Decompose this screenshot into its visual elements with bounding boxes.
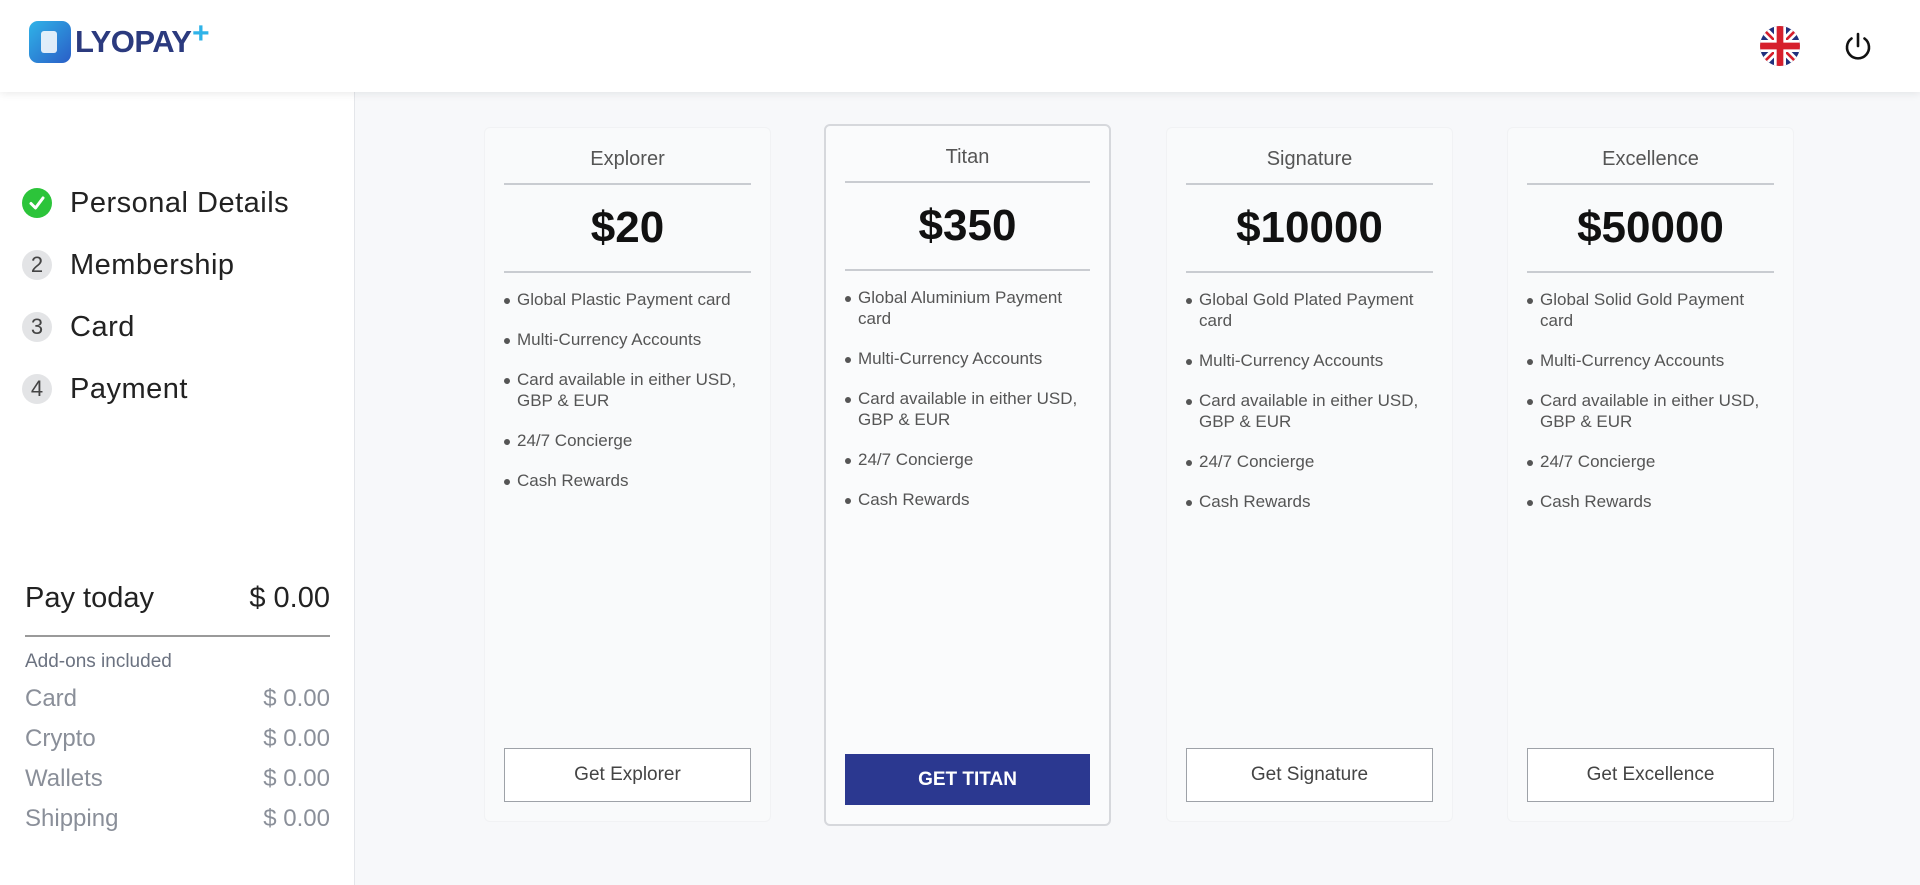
divider bbox=[1527, 271, 1774, 273]
addon-amount: $ 0.00 bbox=[263, 805, 330, 832]
step-label: Personal Details bbox=[70, 186, 290, 219]
divider bbox=[845, 269, 1090, 271]
check-icon bbox=[22, 188, 52, 218]
addon-row-shipping: Shipping $ 0.00 bbox=[25, 805, 330, 833]
feature-item: Multi-Currency Accounts bbox=[1527, 350, 1774, 371]
pay-today-row: Pay today $ 0.00 bbox=[25, 582, 330, 615]
brand-name: LYOPAY bbox=[75, 24, 192, 59]
addon-label: Crypto bbox=[25, 725, 96, 752]
feature-item: Card available in either USD, GBP & EUR bbox=[1527, 390, 1774, 432]
step-label: Card bbox=[70, 310, 135, 343]
plan-price: $50000 bbox=[1577, 203, 1724, 252]
feature-item: 24/7 Concierge bbox=[1186, 451, 1433, 472]
step-card[interactable]: 3 Card bbox=[22, 296, 289, 358]
plan-card-titan: Titan $350 Global Aluminium Payment card… bbox=[824, 124, 1111, 826]
feature-item: Cash Rewards bbox=[504, 470, 751, 491]
feature-list: Global Plastic Payment card Multi-Curren… bbox=[504, 289, 751, 491]
pay-today-label: Pay today bbox=[25, 582, 154, 614]
feature-item: Global Plastic Payment card bbox=[504, 289, 751, 310]
addons-label: Add-ons included bbox=[25, 651, 172, 672]
plan-price: $10000 bbox=[1236, 203, 1383, 252]
brand-logo[interactable]: LYOPAY + bbox=[29, 17, 209, 63]
plan-price: $350 bbox=[918, 201, 1017, 250]
uk-flag-icon[interactable] bbox=[1760, 26, 1800, 66]
step-personal-details[interactable]: Personal Details bbox=[22, 172, 289, 234]
plan-name: Signature bbox=[1266, 148, 1353, 170]
addon-row-wallets: Wallets $ 0.00 bbox=[25, 765, 330, 793]
divider bbox=[25, 635, 330, 637]
feature-item: Global Gold Plated Payment card bbox=[1186, 289, 1433, 331]
power-icon[interactable] bbox=[1840, 28, 1876, 64]
feature-item: Global Aluminium Payment card bbox=[845, 287, 1090, 329]
step-number: 2 bbox=[22, 250, 52, 280]
addon-amount: $ 0.00 bbox=[263, 765, 330, 792]
progress-steps: Personal Details 2 Membership 3 Card 4 P… bbox=[22, 172, 289, 420]
plan-name: Explorer bbox=[590, 148, 665, 170]
payment-summary: Pay today $ 0.00 Add-ons included Card $… bbox=[25, 582, 330, 833]
get-titan-button[interactable]: GET TITAN bbox=[845, 754, 1090, 805]
logo-icon bbox=[29, 21, 71, 63]
feature-item: Cash Rewards bbox=[1527, 491, 1774, 512]
divider bbox=[1186, 183, 1433, 185]
addon-amount: $ 0.00 bbox=[263, 685, 330, 712]
addon-label: Shipping bbox=[25, 805, 119, 832]
step-number: 3 bbox=[22, 312, 52, 342]
pay-today-amount: $ 0.00 bbox=[249, 582, 330, 614]
feature-item: Card available in either USD, GBP & EUR bbox=[845, 388, 1090, 430]
feature-item: Multi-Currency Accounts bbox=[845, 348, 1090, 369]
plan-name: Excellence bbox=[1602, 148, 1699, 170]
feature-item: 24/7 Concierge bbox=[845, 449, 1090, 470]
top-bar: LYOPAY + bbox=[0, 0, 1920, 92]
get-explorer-button[interactable]: Get Explorer bbox=[504, 748, 751, 802]
step-label: Membership bbox=[70, 248, 235, 281]
feature-item: Multi-Currency Accounts bbox=[504, 329, 751, 350]
feature-item: Card available in either USD, GBP & EUR bbox=[1186, 390, 1433, 432]
plan-card-signature: Signature $10000 Global Gold Plated Paym… bbox=[1166, 127, 1453, 822]
plan-price: $20 bbox=[590, 203, 665, 252]
addon-row-card: Card $ 0.00 bbox=[25, 685, 330, 713]
feature-item: Cash Rewards bbox=[1186, 491, 1433, 512]
plan-card-explorer: Explorer $20 Global Plastic Payment card… bbox=[484, 127, 771, 822]
feature-item: Multi-Currency Accounts bbox=[1186, 350, 1433, 371]
feature-item: 24/7 Concierge bbox=[504, 430, 751, 451]
feature-list: Global Aluminium Payment card Multi-Curr… bbox=[845, 287, 1090, 510]
addon-row-crypto: Crypto $ 0.00 bbox=[25, 725, 330, 753]
feature-list: Global Solid Gold Payment card Multi-Cur… bbox=[1527, 289, 1774, 512]
addon-label: Card bbox=[25, 685, 78, 712]
plan-name: Titan bbox=[945, 146, 990, 168]
divider bbox=[504, 183, 751, 185]
addon-label: Wallets bbox=[25, 765, 103, 792]
step-label: Payment bbox=[70, 372, 188, 405]
divider bbox=[1186, 271, 1433, 273]
step-payment[interactable]: 4 Payment bbox=[22, 358, 289, 420]
divider bbox=[504, 271, 751, 273]
addon-amount: $ 0.00 bbox=[263, 725, 330, 752]
feature-item: Cash Rewards bbox=[845, 489, 1090, 510]
step-number: 4 bbox=[22, 374, 52, 404]
plan-card-excellence: Excellence $50000 Global Solid Gold Paym… bbox=[1507, 127, 1794, 822]
divider bbox=[1527, 183, 1774, 185]
feature-item: Global Solid Gold Payment card bbox=[1527, 289, 1774, 331]
feature-item: 24/7 Concierge bbox=[1527, 451, 1774, 472]
sidebar: Personal Details 2 Membership 3 Card 4 P… bbox=[0, 92, 355, 885]
divider bbox=[845, 181, 1090, 183]
get-signature-button[interactable]: Get Signature bbox=[1186, 748, 1433, 802]
feature-list: Global Gold Plated Payment card Multi-Cu… bbox=[1186, 289, 1433, 512]
feature-item: Card available in either USD, GBP & EUR bbox=[504, 369, 751, 411]
step-membership[interactable]: 2 Membership bbox=[22, 234, 289, 296]
get-excellence-button[interactable]: Get Excellence bbox=[1527, 748, 1774, 802]
brand-plus: + bbox=[191, 17, 210, 50]
